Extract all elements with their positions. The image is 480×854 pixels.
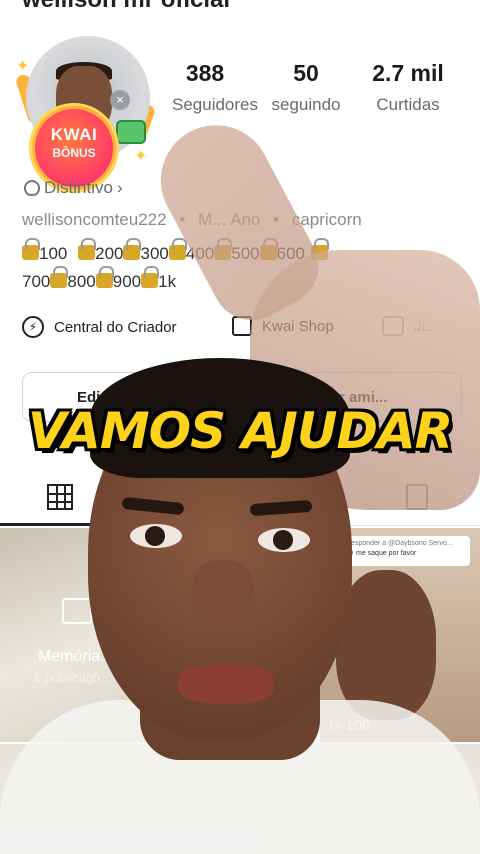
stat-label: Seguidores — [172, 95, 259, 114]
profile-name-header: wellison mr oficial — [22, 0, 462, 14]
stat-label: Curtidas — [376, 95, 440, 114]
lock-icon — [214, 238, 233, 260]
memories-icon — [62, 598, 92, 624]
camera-gift-icon — [116, 120, 146, 144]
stat-likes[interactable]: 2.7 mil Curtidas — [366, 60, 450, 115]
reply-text: me saque por favor — [356, 550, 417, 557]
reply-bubble: Responder a @Daybsono Servo... me saque … — [340, 536, 470, 566]
kwai-shop-button[interactable]: Kwai Shop — [232, 316, 334, 336]
level-value: 100 — [39, 244, 68, 263]
video-thumbnail-face — [336, 570, 436, 720]
avatar-area[interactable]: × ✦ ✦ KWAI BÔNUS — [14, 34, 157, 190]
distintivo-label: Distintivo — [44, 178, 113, 197]
play-count: ▷ 100 — [330, 716, 371, 734]
profile-stats: 388 Seguidores 50 seguindo 2.7 mil Curti… — [150, 60, 470, 130]
play-icon: ▷ — [330, 717, 342, 734]
bookmark-icon[interactable] — [406, 484, 428, 510]
sparkle-icon: ✦ — [16, 58, 30, 75]
grid-row-2 — [0, 744, 480, 854]
creator-center-button[interactable]: ⚡ Central do Criador — [22, 316, 177, 338]
creator-center-label: Central do Criador — [54, 318, 177, 336]
badge-line-2: BÔNUS — [52, 146, 96, 160]
bolt-icon: ⚡ — [22, 316, 44, 338]
stat-following[interactable]: 50 seguindo — [268, 60, 344, 115]
level-value: 200 — [95, 244, 124, 263]
level-badges-row-1: 100 200 300 400 500 600 — [22, 238, 329, 264]
separator-dot: • — [273, 210, 280, 229]
shield-icon — [24, 180, 40, 196]
video-tile[interactable]: Responder a @Daybsono Servo... me saque … — [320, 528, 480, 742]
level-value: 500 — [231, 244, 260, 263]
stat-label: seguindo — [271, 95, 341, 114]
lock-icon — [95, 266, 114, 288]
profile-meta: wellisoncomteu222 • M... Ano • capricorn — [22, 210, 362, 230]
level-value: 900 — [112, 272, 142, 291]
reply-dot — [346, 549, 353, 556]
level-value: 400 — [185, 244, 215, 263]
level-value: 800 — [67, 272, 96, 291]
distintivo-link[interactable]: Distintivo › — [24, 178, 123, 198]
third-action-button[interactable]: Ji... — [382, 316, 437, 336]
separator-dot: • — [179, 210, 186, 229]
lock-icon — [168, 238, 187, 260]
stat-value: 388 — [185, 60, 225, 86]
lock-icon — [123, 238, 142, 260]
level-value: 1k — [158, 272, 177, 291]
lock-icon — [22, 238, 40, 260]
lock-icon — [141, 266, 160, 288]
lock-icon — [78, 238, 97, 260]
level-badges-row-2: 700 800 900 1k — [22, 266, 177, 292]
play-count-value: 100 — [345, 717, 371, 734]
game-icon — [382, 316, 404, 336]
memories-tile[interactable]: Memória... 6 publicaçõ... — [0, 528, 160, 742]
level-value: 600 — [276, 244, 305, 263]
stat-value: 50 — [293, 60, 319, 86]
video-caption: VAMOS AJUDAR — [27, 402, 453, 460]
stat-value: 2.7 mil — [372, 60, 444, 86]
memories-subtitle: 6 publicaçõ... — [34, 670, 111, 685]
lock-icon — [50, 266, 69, 288]
stat-followers[interactable]: 388 Seguidores — [172, 60, 259, 115]
third-action-label: Ji... — [414, 317, 438, 335]
kwai-shop-label: Kwai Shop — [262, 317, 334, 335]
lock-icon — [310, 238, 329, 260]
reply-header: Responder a @Daybsono Servo... — [346, 540, 453, 547]
active-tab-indicator — [0, 523, 120, 526]
level-value: 700 — [22, 272, 51, 291]
grid-icon[interactable] — [47, 484, 73, 510]
badge-line-1: KWAI — [50, 125, 98, 144]
content-tabs — [0, 462, 480, 526]
memories-title: Memória... — [38, 648, 114, 665]
close-icon[interactable]: × — [110, 90, 130, 110]
sparkle-icon: ✦ — [134, 148, 148, 165]
meta-middle: M... Ano — [198, 210, 261, 229]
zodiac: capricorn — [291, 210, 362, 229]
post-grid: Memória... 6 publicaçõ... Responder a @D… — [0, 528, 480, 854]
username: wellisoncomteu222 — [22, 210, 167, 229]
lock-icon — [259, 238, 278, 260]
chevron-right-icon: › — [116, 178, 123, 197]
level-value: 300 — [140, 244, 169, 263]
shopping-bag-icon — [232, 316, 252, 336]
creator-actions: ⚡ Central do Criador Kwai Shop Ji... — [22, 316, 480, 346]
